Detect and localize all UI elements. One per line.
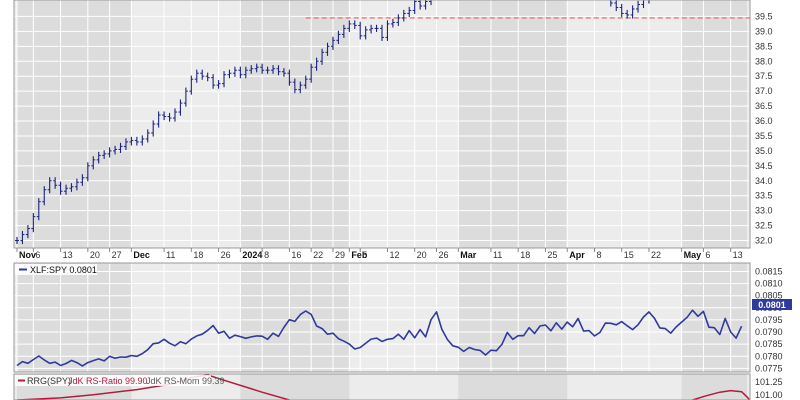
price-y-tick-label: 39.5 (755, 11, 773, 21)
date-tick-label: Dec (133, 250, 150, 260)
ratio-y-tick-label: 0.0795 (755, 315, 783, 325)
date-tick-label: 11 (493, 250, 502, 260)
ratio-legend-label: XLF:SPY 0.0801 (30, 265, 97, 275)
date-tick-label: 27 (112, 250, 122, 260)
rrg-y-tick-label: 101.00 (755, 390, 783, 400)
rrg-rs-ratio-label: JdK RS-Ratio 99.90 (68, 376, 148, 386)
date-tick-label: 18 (193, 250, 203, 260)
date-tick-label: 8 (596, 250, 601, 260)
date-tick-label: 12 (389, 250, 399, 260)
date-tick-label: 25 (547, 250, 557, 260)
price-y-tick-label: 32.0 (755, 236, 773, 246)
date-tick-label: 13 (733, 250, 743, 260)
price-y-tick-label: 34.0 (755, 176, 773, 186)
ratio-y-axis: 0.08150.08100.08050.08000.07950.07900.07… (755, 266, 783, 373)
ratio-y-tick-label: 0.0775 (755, 363, 783, 373)
date-tick-label: 26 (438, 250, 448, 260)
month-band (240, 374, 350, 400)
date-tick-label: 11 (166, 250, 175, 260)
date-tick-label: 26 (221, 250, 231, 260)
date-tick-label: 18 (520, 250, 530, 260)
chart-canvas: 32.0 32.5 33.0 33.5 34.0 34.5 35.0 35.5 36.0 36.5… (13, 0, 792, 400)
month-band (681, 263, 747, 372)
ratio-panel: 0.08150.08100.08050.08000.07950.07900.07… (13, 262, 792, 373)
price-y-tick-label: 36.0 (755, 116, 773, 126)
date-tick-label: 16 (291, 250, 301, 260)
date-tick-label: 20 (417, 250, 427, 260)
price-y-tick-label: 39.0 (755, 26, 773, 36)
date-tick-label: 22 (651, 250, 661, 260)
price-y-tick-label: 35.5 (755, 131, 773, 141)
date-tick-label: 22 (313, 250, 323, 260)
rrg-rs-mom-label: JdK RS-Mom 99.39 (146, 376, 225, 386)
rrg-panel: 101.25 101.00 RRG(SPY) JdK RS-Ratio 99.90… (13, 373, 783, 400)
price-y-tick-label: 34.5 (755, 161, 773, 171)
month-band (17, 263, 132, 372)
date-tick-label: 13 (63, 250, 73, 260)
price-y-tick-label: 38.5 (755, 41, 773, 51)
rrg-y-axis: 101.25 101.00 (755, 377, 783, 400)
date-tick-label: Apr (569, 250, 585, 260)
ratio-y-tick-label: 0.0810 (755, 279, 783, 289)
price-y-tick-label: 36.5 (755, 101, 773, 111)
ratio-value-label: 0.0801 (758, 300, 786, 310)
date-tick-label: 2024 (242, 250, 262, 260)
month-band (458, 374, 568, 400)
date-tick-label: 20 (90, 250, 100, 260)
ratio-y-tick-label: 0.0790 (755, 327, 783, 337)
date-tick-label: 5 (362, 250, 367, 260)
rrg-legend-label: RRG(SPY) (27, 376, 71, 386)
price-y-tick-label: 33.5 (755, 191, 773, 201)
price-y-axis: 32.0 32.5 33.0 33.5 34.0 34.5 35.0 35.5 36.0 36.5… (755, 11, 773, 245)
date-tick-label: 6 (35, 250, 40, 260)
date-tick-label: 29 (335, 250, 345, 260)
price-y-tick-label: 38.0 (755, 56, 773, 66)
date-axis: Nov 6 13 20 27 Dec 11 18 26 2024 8 16 22 29 Feb5 12 20 26… (16, 248, 743, 260)
price-y-tick-label: 35.0 (755, 146, 773, 156)
price-y-tick-label: 33.0 (755, 206, 773, 216)
ratio-y-tick-label: 0.0785 (755, 339, 783, 349)
price-y-tick-label: 37.0 (755, 86, 773, 96)
date-tick-label: May (684, 250, 702, 260)
date-tick-label: Mar (460, 250, 477, 260)
price-panel: 32.0 32.5 33.0 33.5 34.0 34.5 35.0 35.5 36.0 36.5… (13, 0, 773, 249)
price-y-tick-label: 32.5 (755, 221, 773, 231)
ratio-y-tick-label: 0.0780 (755, 351, 783, 361)
date-tick-label: 8 (264, 250, 269, 260)
date-tick-label: 15 (624, 250, 634, 260)
rrg-y-tick-label: 101.25 (755, 377, 783, 387)
ratio-y-tick-label: 0.0815 (755, 266, 783, 276)
price-y-tick-label: 37.5 (755, 71, 773, 81)
month-band (458, 263, 568, 372)
month-band (681, 374, 747, 400)
date-tick-label: 6 (705, 250, 710, 260)
